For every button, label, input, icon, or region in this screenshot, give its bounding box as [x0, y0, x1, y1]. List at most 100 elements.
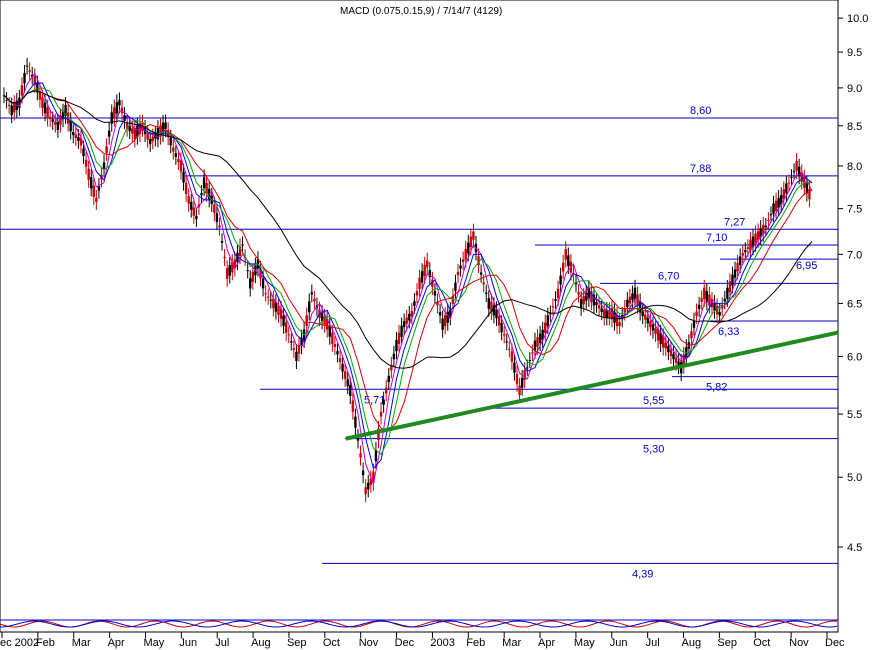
candle-body [633, 287, 637, 299]
candle-body [456, 271, 460, 276]
candle-body [308, 301, 311, 313]
candle-body [700, 298, 703, 302]
candle-body [551, 306, 555, 308]
candle-body [359, 453, 362, 458]
candle-body [695, 311, 698, 316]
plot-frame [0, 0, 839, 633]
x-tick-label: Apr [538, 637, 555, 649]
y-tick-label: 4.5 [847, 542, 862, 554]
candle-body [205, 182, 208, 194]
candle-body [54, 121, 57, 125]
candle-body [646, 317, 650, 324]
x-axis: ec 2002Feb Mar Apr May Jun Jul Aug Sep Oct Nov Dec… [0, 631, 845, 649]
candle-body [182, 171, 185, 183]
candle-body [151, 136, 154, 142]
candle-body [705, 291, 709, 303]
y-tick-label: 6.0 [847, 351, 862, 363]
candle-body [472, 231, 475, 240]
candle-body [241, 244, 244, 246]
candle-body [626, 299, 629, 308]
x-tick-label: Sep [717, 637, 737, 649]
candle-body [251, 271, 255, 282]
candle-body [703, 287, 706, 299]
candle-body [5, 100, 8, 102]
candle-body [228, 265, 231, 276]
candle-body [746, 247, 750, 249]
candle-body [420, 271, 424, 283]
candle-body [90, 177, 93, 189]
candle-body [220, 240, 224, 243]
candle-body [723, 298, 726, 302]
candle-body [105, 146, 108, 153]
candle-body [43, 102, 47, 114]
candle-body [528, 360, 532, 362]
y-axis: 10.0 9.5 9.0 8.5 8.0 7.5 7.0 6.5 6.0 5.5 5.0 4.5 [838, 13, 868, 554]
candle-body [513, 362, 516, 373]
candle-body [333, 344, 337, 347]
candle-body [397, 332, 401, 345]
candle-body [177, 158, 180, 163]
y-tick-label: 10.0 [847, 13, 868, 25]
candle-body [28, 70, 31, 72]
candle-body [579, 299, 583, 308]
level-label: 5,30 [643, 444, 664, 456]
candle-body [413, 301, 416, 306]
candle-body [346, 379, 349, 387]
level-label: 4,39 [632, 568, 653, 580]
y-tick-label: 9.0 [847, 83, 862, 95]
candle-body [728, 281, 732, 293]
candle-body [364, 487, 367, 495]
candle-body [667, 346, 670, 353]
candle-body [674, 357, 678, 363]
candle-body [559, 275, 562, 285]
candle-body [402, 321, 406, 328]
candle-body [184, 182, 188, 194]
level-label: 7,88 [690, 163, 711, 175]
level-label: 5,82 [706, 382, 727, 394]
candle-body [764, 225, 768, 228]
candle-body [774, 200, 778, 211]
candle-body [595, 302, 598, 305]
price-chart: MACD (0.075,0.15,9) / 7/14/7 (4129) 8,60… [0, 0, 868, 649]
candle-body [72, 132, 75, 136]
candle-body [77, 136, 80, 141]
x-tick-label: Mar [502, 637, 521, 649]
candle-body [600, 308, 603, 313]
candle-body [82, 148, 85, 156]
candle-body [223, 256, 226, 259]
candle-body [772, 203, 775, 214]
candle-body [367, 482, 370, 490]
candle-body [515, 373, 519, 384]
candle-body [664, 342, 667, 349]
candle-body [485, 292, 488, 295]
candle-body [738, 256, 742, 266]
x-tick-label: Dec [395, 637, 415, 649]
candle-body [225, 268, 229, 279]
candle-body [726, 287, 729, 299]
candle-body [87, 168, 90, 180]
candle-body [649, 320, 652, 328]
y-tick-label: 8.0 [847, 161, 862, 173]
candle-body [284, 322, 288, 333]
candle-body [354, 416, 357, 428]
candle-body [533, 340, 537, 351]
candle-body [461, 259, 465, 262]
candle-body [215, 213, 219, 223]
candle-body [433, 291, 437, 296]
candle-body [331, 332, 334, 344]
candle-body [502, 334, 506, 336]
candle-body [544, 322, 547, 333]
candle-body [554, 299, 557, 301]
x-tick-label: Aug [682, 637, 702, 649]
candle-body [95, 197, 98, 202]
candle-body [454, 282, 457, 291]
candle-body [267, 296, 270, 298]
candle-body [292, 348, 296, 351]
candle-body [261, 278, 265, 289]
candle-body [505, 341, 508, 343]
y-tick-label: 9.5 [847, 47, 862, 59]
candle-body [310, 292, 314, 295]
candle-body [264, 293, 267, 295]
candle-body [305, 315, 308, 327]
candle-body [523, 370, 526, 381]
